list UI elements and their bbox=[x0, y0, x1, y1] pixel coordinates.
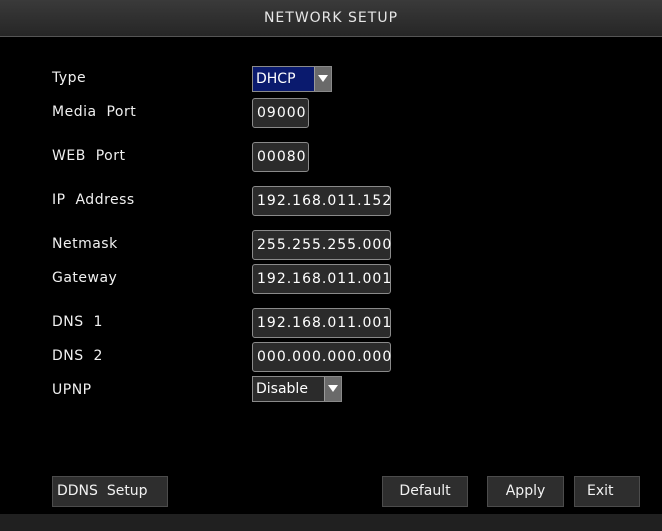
web-port-label: WEB Port bbox=[52, 148, 126, 164]
dns1-field[interactable]: 192.168.011.001 bbox=[252, 308, 391, 338]
ip-address-label: IP Address bbox=[52, 192, 135, 208]
upnp-label: UPNP bbox=[52, 382, 92, 398]
type-label: Type bbox=[52, 70, 87, 86]
chevron-down-icon[interactable] bbox=[324, 377, 341, 401]
dns2-field[interactable]: 000.000.000.000 bbox=[252, 342, 391, 372]
gateway-label: Gateway bbox=[52, 270, 118, 286]
type-select[interactable]: DHCP bbox=[252, 66, 332, 92]
bottom-strip bbox=[0, 514, 662, 531]
apply-button[interactable]: Apply bbox=[487, 476, 564, 507]
type-select-value: DHCP bbox=[256, 71, 296, 87]
dns1-label: DNS 1 bbox=[52, 314, 103, 330]
upnp-select[interactable]: Disable bbox=[252, 376, 342, 402]
upnp-select-value: Disable bbox=[256, 381, 308, 397]
chevron-down-icon[interactable] bbox=[314, 67, 331, 91]
netmask-label: Netmask bbox=[52, 236, 118, 252]
ip-address-field[interactable]: 192.168.011.152 bbox=[252, 186, 391, 216]
dns2-label: DNS 2 bbox=[52, 348, 103, 364]
web-port-field[interactable]: 00080 bbox=[252, 142, 309, 172]
window-title: NETWORK SETUP bbox=[263, 10, 399, 26]
netmask-field[interactable]: 255.255.255.000 bbox=[252, 230, 391, 260]
ddns-setup-button[interactable]: DDNS Setup bbox=[52, 476, 168, 507]
gateway-field[interactable]: 192.168.011.001 bbox=[252, 264, 391, 294]
media-port-field[interactable]: 09000 bbox=[252, 98, 309, 128]
default-button[interactable]: Default bbox=[382, 476, 468, 507]
media-port-label: Media Port bbox=[52, 104, 137, 120]
exit-button[interactable]: Exit bbox=[574, 476, 640, 507]
title-bar: NETWORK SETUP bbox=[0, 0, 662, 37]
